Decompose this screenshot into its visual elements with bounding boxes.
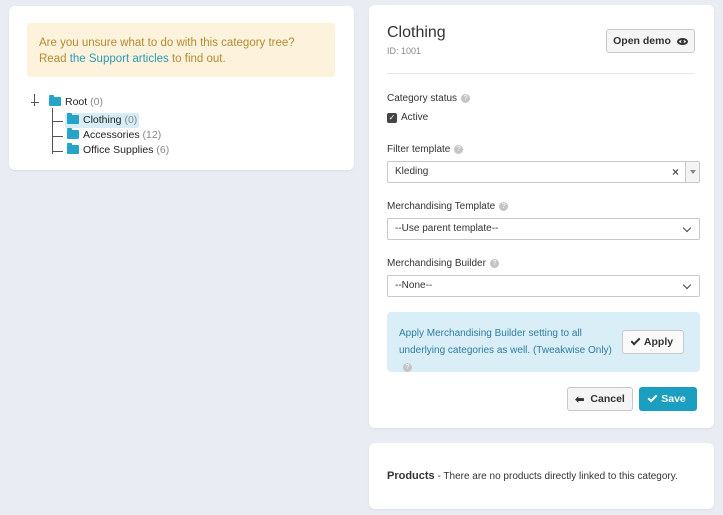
category-status-text: Category status xyxy=(387,93,458,104)
merchandising-template-text: Merchandising Template xyxy=(387,201,496,212)
open-demo-label: Open demo xyxy=(613,35,671,47)
tree-node-clothing[interactable]: Clothing (0) xyxy=(65,112,140,128)
tree-node-accessories[interactable]: Accessories (12) xyxy=(67,127,162,143)
folder-open-icon xyxy=(67,112,79,124)
tree-node-label: Clothing xyxy=(83,114,122,126)
merchandising-builder-value: --None-- xyxy=(395,280,433,291)
category-id: ID: 1001 xyxy=(387,46,422,56)
products-text: - There are no products directly linked … xyxy=(434,471,678,482)
tree-node-office-supplies[interactable]: Office Supplies (6) xyxy=(67,142,170,158)
divider xyxy=(387,73,695,74)
eye-icon xyxy=(676,37,688,45)
filter-template-label: Filter template? xyxy=(387,144,464,155)
support-notice: Are you unsure what to do with this cate… xyxy=(27,23,335,77)
save-button[interactable]: Save xyxy=(639,387,697,411)
open-demo-button[interactable]: Open demo xyxy=(606,29,695,53)
apply-info-box: Apply Merchandising Builder setting to a… xyxy=(387,312,700,372)
notice-suffix: to find out. xyxy=(168,53,226,65)
tree-node-count: (0) xyxy=(124,114,138,126)
tree-line xyxy=(52,151,63,152)
cancel-button[interactable]: ⬅ Cancel xyxy=(567,387,633,411)
save-button-label: Save xyxy=(661,393,686,405)
merchandising-builder-label: Merchandising Builder? xyxy=(387,258,499,269)
tree-node-count: (6) xyxy=(156,144,170,156)
apply-info-text: Apply Merchandising Builder setting to a… xyxy=(399,328,612,356)
apply-button[interactable]: Apply xyxy=(622,330,684,354)
tree-node-label: Office Supplies xyxy=(83,144,154,156)
merchandising-builder-select[interactable]: --None-- xyxy=(387,275,700,297)
cancel-button-label: Cancel xyxy=(590,393,625,405)
filter-template-select[interactable]: Kleding × xyxy=(387,161,700,183)
category-detail-panel: Clothing ID: 1001 Open demo Category sta… xyxy=(369,5,714,428)
products-title: Products xyxy=(387,470,435,482)
support-articles-link[interactable]: the Support articles xyxy=(70,53,169,65)
folder-open-icon xyxy=(49,94,61,106)
tree-node-root[interactable]: Root (0) xyxy=(49,94,103,110)
merchandising-builder-text: Merchandising Builder xyxy=(387,258,486,269)
active-label: Active xyxy=(401,112,429,123)
active-checkbox[interactable]: ✓ xyxy=(387,113,397,123)
tree-line xyxy=(34,94,35,106)
tree-node-label: Root xyxy=(65,96,88,108)
tree-line xyxy=(52,108,53,154)
check-icon xyxy=(630,335,641,346)
merchandising-template-value: --Use parent template-- xyxy=(395,223,499,234)
filter-template-value: Kleding xyxy=(395,166,429,177)
folder-open-icon xyxy=(67,142,79,154)
apply-info: Apply Merchandising Builder setting to a… xyxy=(399,325,624,376)
help-icon[interactable]: ? xyxy=(489,258,499,268)
tree-line xyxy=(52,121,63,122)
clear-icon[interactable]: × xyxy=(672,162,679,182)
category-status-label: Category status? xyxy=(387,93,471,104)
filter-template-text: Filter template xyxy=(387,144,451,155)
products-panel: Products - There are no products directl… xyxy=(369,443,714,509)
help-icon[interactable]: ? xyxy=(461,93,471,103)
chevron-down-icon xyxy=(682,223,692,233)
category-title: Clothing xyxy=(387,24,446,41)
folder-open-icon xyxy=(67,127,79,139)
arrow-left-icon: ⬅ xyxy=(575,393,585,406)
tree-node-label: Accessories xyxy=(83,129,140,141)
tree-node-count: (12) xyxy=(142,129,162,141)
apply-button-label: Apply xyxy=(643,336,674,348)
merchandising-template-label: Merchandising Template? xyxy=(387,201,509,212)
help-icon[interactable]: ? xyxy=(454,144,464,154)
merchandising-template-select[interactable]: --Use parent template-- xyxy=(387,218,700,240)
tree-line xyxy=(31,102,39,103)
help-icon[interactable]: ? xyxy=(499,201,509,211)
products-info: Products - There are no products directl… xyxy=(387,470,678,482)
help-icon[interactable]: ? xyxy=(403,362,412,372)
dropdown-arrow-icon[interactable] xyxy=(685,162,699,182)
check-icon xyxy=(647,392,658,403)
chevron-down-icon xyxy=(682,280,692,290)
tree-node-count: (0) xyxy=(90,96,103,108)
tree-line xyxy=(52,136,63,137)
category-tree-panel: Are you unsure what to do with this cate… xyxy=(9,6,354,170)
